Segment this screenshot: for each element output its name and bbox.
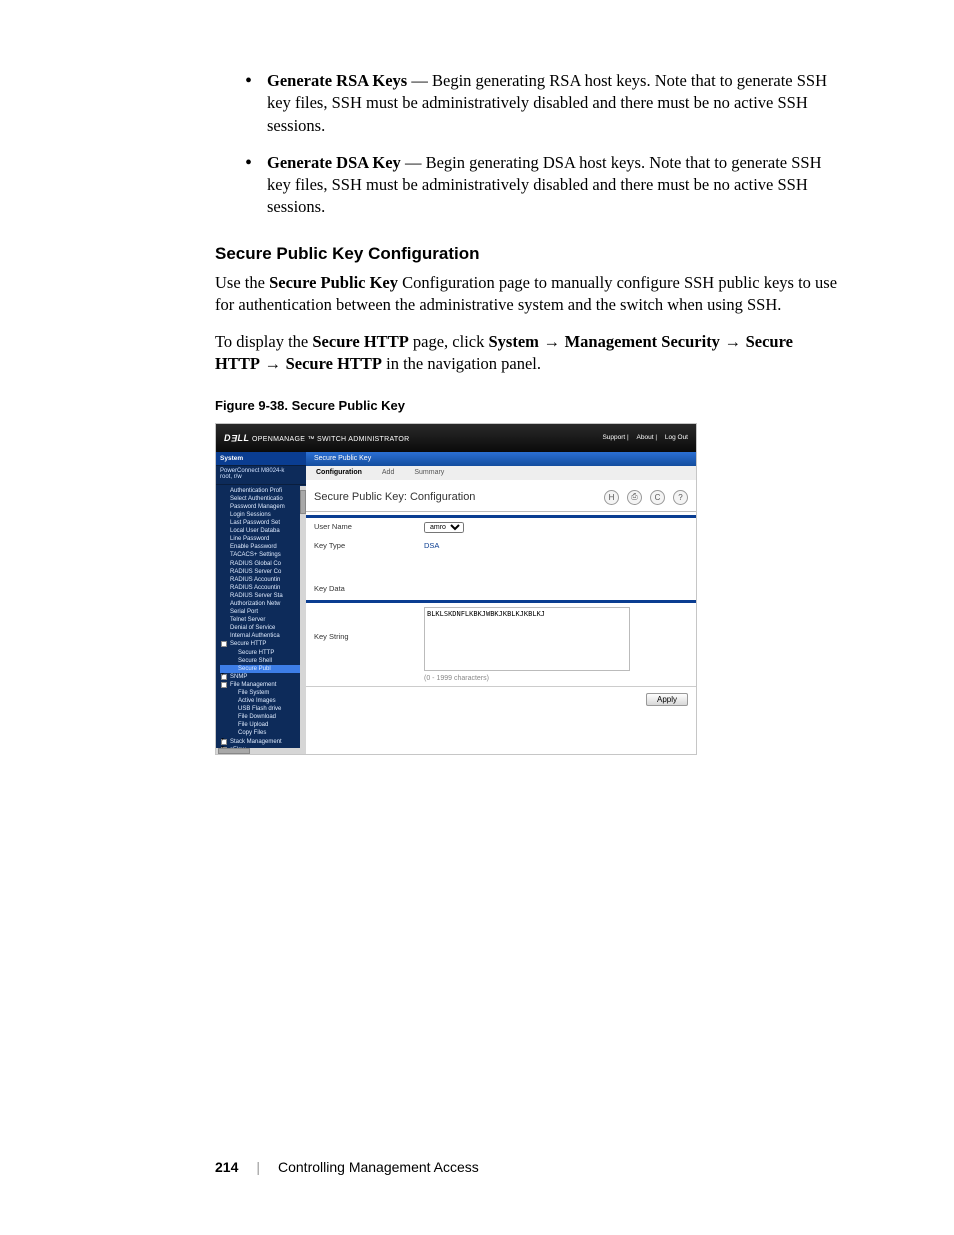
tab-configuration[interactable]: Configuration — [306, 469, 372, 476]
nav-tree-item[interactable]: Active Images — [220, 697, 306, 705]
nav-tree-item[interactable]: Last Password Set — [220, 519, 306, 527]
username-label: User Name — [314, 522, 424, 533]
section-heading: Secure Public Key Configuration — [215, 244, 839, 264]
refresh-icon[interactable]: C — [650, 490, 665, 505]
bullet-term: Generate RSA Keys — [267, 71, 407, 90]
nav-tree-item[interactable]: File Upload — [220, 721, 306, 729]
paragraph: To display the Secure HTTP page, click S… — [215, 331, 839, 376]
nav-tree-item[interactable]: Secure HTTP — [220, 640, 306, 648]
nav-tree-item[interactable]: TACACS+ Settings — [220, 551, 306, 559]
nav-tree-item[interactable]: Telnet Server — [220, 616, 306, 624]
about-link[interactable]: About — [637, 434, 654, 441]
nav-tree-item[interactable]: Copy Files — [220, 729, 306, 737]
embedded-screenshot: DELL OPENMANAGE ™ SWITCH ADMINISTRATOR S… — [215, 423, 697, 755]
nav-tree-item[interactable]: Denial of Service — [220, 624, 306, 632]
figure-caption: Figure 9-38. Secure Public Key — [215, 398, 839, 413]
footer-divider: | — [256, 1159, 260, 1175]
keystring-label: Key String — [314, 607, 424, 641]
username-select[interactable]: amro — [424, 522, 464, 533]
nav-tree-item[interactable]: Serial Port — [220, 608, 306, 616]
nav-tree-item[interactable]: File Management — [220, 681, 306, 689]
nav-tree-item[interactable]: File System — [220, 689, 306, 697]
help-icon[interactable]: ? — [673, 490, 688, 505]
page-footer: 214 | Controlling Management Access — [215, 1159, 479, 1175]
ui-masthead: DELL OPENMANAGE ™ SWITCH ADMINISTRATOR S… — [216, 424, 696, 452]
masthead-links: Support | About | Log Out — [596, 434, 688, 441]
nav-tree-item[interactable]: Secure HTTP — [220, 649, 306, 657]
apply-button[interactable]: Apply — [646, 693, 688, 706]
nav-tree-item[interactable]: USB Flash drive — [220, 705, 306, 713]
nav-tree-item[interactable]: RADIUS Server Co — [220, 568, 306, 576]
nav-tree-item[interactable]: SNMP — [220, 673, 306, 681]
nav-tree-item[interactable]: RADIUS Accountin — [220, 576, 306, 584]
tab-strip: Configuration Add Summary — [306, 466, 696, 480]
keydata-label: Key Data — [314, 584, 424, 593]
nav-tree-item[interactable]: Enable Password — [220, 543, 306, 551]
keystring-textarea[interactable]: BLKLSKDNFLKBKJWBKJKBLKJKBLKJ — [424, 607, 630, 671]
bullet-item: Generate RSA Keys — Begin generating RSA… — [245, 70, 839, 137]
brand-subtitle: OPENMANAGE ™ SWITCH ADMINISTRATOR — [252, 436, 409, 443]
sidebar-device: PowerConnect M8024-k root, r/w — [216, 466, 306, 485]
nav-tree-item[interactable]: Login Sessions — [220, 511, 306, 519]
logout-link[interactable]: Log Out — [665, 434, 688, 441]
nav-sidebar: System PowerConnect M8024-k root, r/w Au… — [216, 452, 306, 754]
chapter-title: Controlling Management Access — [278, 1159, 479, 1175]
page-number: 214 — [215, 1159, 238, 1175]
nav-tree-item[interactable]: Secure Publ — [220, 665, 306, 673]
paragraph: Use the Secure Public Key Configuration … — [215, 272, 839, 317]
breadcrumb-item: Secure Public Key — [306, 455, 379, 462]
bullet-term: Generate DSA Key — [267, 153, 401, 172]
nav-tree-item[interactable]: RADIUS Accountin — [220, 584, 306, 592]
page-title: Secure Public Key: Configuration — [314, 491, 475, 503]
nav-tree[interactable]: Authentication ProfiSelect Authenticatio… — [216, 485, 306, 754]
sidebar-header: System — [216, 452, 306, 466]
keystring-hint: (0 - 1999 characters) — [424, 675, 630, 682]
brand-logo: DELL — [224, 433, 250, 443]
bullet-item: Generate DSA Key — Begin generating DSA … — [245, 152, 839, 219]
nav-tree-item[interactable]: RADIUS Global Co — [220, 560, 306, 568]
tab-add[interactable]: Add — [372, 469, 404, 476]
nav-tree-item[interactable]: Line Password — [220, 535, 306, 543]
save-icon[interactable]: H — [604, 490, 619, 505]
nav-tree-item[interactable]: Authentication Profi — [220, 487, 306, 495]
nav-tree-item[interactable]: Password Managem — [220, 503, 306, 511]
nav-tree-item[interactable]: Local User Databa — [220, 527, 306, 535]
nav-tree-item[interactable]: Secure Shell — [220, 657, 306, 665]
nav-tree-item[interactable]: Stack Management — [220, 738, 306, 746]
tab-summary[interactable]: Summary — [404, 469, 454, 476]
print-icon[interactable]: ⎙ — [627, 490, 642, 505]
breadcrumb-bar: Secure Public Key — [306, 452, 696, 466]
bullet-list: Generate RSA Keys — Begin generating RSA… — [245, 70, 839, 219]
nav-tree-item[interactable]: Authorization Netw — [220, 600, 306, 608]
keytype-value: DSA — [424, 541, 439, 550]
nav-tree-item[interactable]: File Download — [220, 713, 306, 721]
support-link[interactable]: Support — [602, 434, 625, 441]
nav-tree-item[interactable]: Internal Authentica — [220, 632, 306, 640]
nav-tree-item[interactable]: RADIUS Server Sta — [220, 592, 306, 600]
nav-tree-item[interactable]: Select Authenticatio — [220, 495, 306, 503]
sidebar-scrollbar-h[interactable] — [216, 748, 306, 754]
keytype-label: Key Type — [314, 541, 424, 550]
